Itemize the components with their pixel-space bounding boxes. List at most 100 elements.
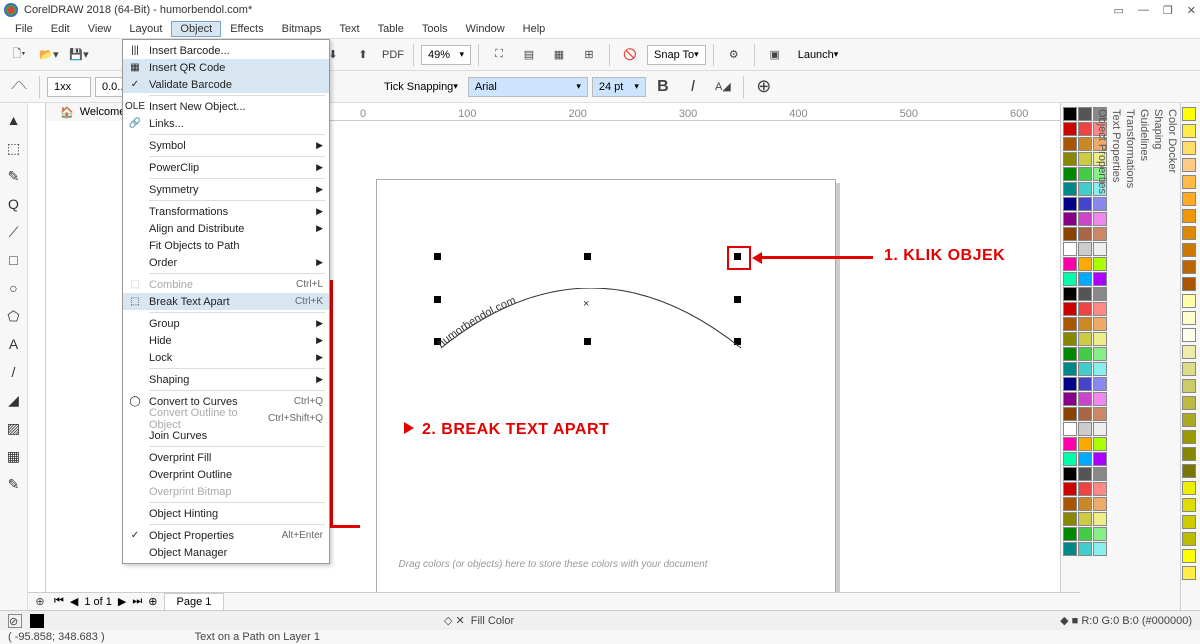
color-swatch[interactable]: [1078, 407, 1092, 421]
launch-dropdown[interactable]: Launch▾: [792, 45, 845, 65]
bold-button[interactable]: B: [650, 74, 676, 100]
color-swatch[interactable]: [1063, 437, 1077, 451]
color-swatch[interactable]: [1182, 158, 1196, 172]
menu-item-order[interactable]: Order▶: [123, 254, 329, 271]
menu-item-join-curves[interactable]: Join Curves: [123, 427, 329, 444]
save-button[interactable]: 💾▾: [66, 42, 92, 68]
color-swatch[interactable]: [1182, 209, 1196, 223]
color-swatch[interactable]: [1063, 242, 1077, 256]
page-nav-prev[interactable]: ◀: [70, 595, 78, 608]
menu-window[interactable]: Window: [457, 21, 514, 37]
menu-item-break-text-apart[interactable]: ⬚Break Text ApartCtrl+K: [123, 293, 329, 310]
fontsize-dropdown[interactable]: 24 pt▾: [592, 77, 646, 97]
tool-3[interactable]: Q: [3, 193, 25, 215]
color-swatch[interactable]: [1182, 192, 1196, 206]
color-swatch[interactable]: [1182, 311, 1196, 325]
color-swatch[interactable]: [1078, 122, 1092, 136]
add-button[interactable]: ⊕: [751, 74, 777, 100]
color-swatch[interactable]: [1063, 527, 1077, 541]
selection-handle[interactable]: [434, 253, 441, 260]
color-swatch[interactable]: [1182, 447, 1196, 461]
selection-handle[interactable]: [734, 296, 741, 303]
color-palette-2[interactable]: [1180, 103, 1200, 610]
color-swatch[interactable]: [1063, 317, 1077, 331]
menu-item-overprint-fill[interactable]: Overprint Fill: [123, 449, 329, 466]
menu-table[interactable]: Table: [369, 21, 413, 37]
menu-item-symbol[interactable]: Symbol▶: [123, 137, 329, 154]
color-swatch[interactable]: [1182, 464, 1196, 478]
dock-tab-text-properties[interactable]: Text Properties: [1110, 109, 1122, 604]
tool-10[interactable]: ◢: [3, 389, 25, 411]
tool-8[interactable]: A: [3, 333, 25, 355]
menu-item-object-manager[interactable]: Object Manager: [123, 544, 329, 561]
menu-item-shaping[interactable]: Shaping▶: [123, 371, 329, 388]
menu-item-transformations[interactable]: Transformations▶: [123, 203, 329, 220]
tool-6[interactable]: ○: [3, 277, 25, 299]
color-swatch[interactable]: [1063, 392, 1077, 406]
color-swatch[interactable]: [1078, 422, 1092, 436]
color-swatch[interactable]: [1063, 107, 1077, 121]
color-swatch[interactable]: [1078, 227, 1092, 241]
color-swatch[interactable]: [1063, 212, 1077, 226]
color-swatch[interactable]: [1182, 532, 1196, 546]
path-tool[interactable]: ⟋⟍: [6, 74, 32, 100]
color-swatch[interactable]: [1182, 362, 1196, 376]
color-swatch[interactable]: [1182, 260, 1196, 274]
color-swatch[interactable]: [1078, 542, 1092, 556]
new-button[interactable]: 🗋▾: [6, 42, 32, 68]
color-swatch[interactable]: [1182, 107, 1196, 121]
color-swatch[interactable]: [1182, 345, 1196, 359]
color-swatch[interactable]: [1078, 392, 1092, 406]
tool-5[interactable]: □: [3, 249, 25, 271]
tool-7[interactable]: ⬠: [3, 305, 25, 327]
dock-tab-transformations[interactable]: Transformations: [1124, 109, 1136, 604]
color-swatch[interactable]: [1182, 413, 1196, 427]
color-swatch[interactable]: [1078, 242, 1092, 256]
maximize-button[interactable]: ❐: [1163, 4, 1173, 17]
menu-edit[interactable]: Edit: [42, 21, 79, 37]
color-swatch[interactable]: [1182, 141, 1196, 155]
color-swatch[interactable]: [1078, 317, 1092, 331]
pos-x[interactable]: 1xx: [47, 77, 91, 97]
color-swatch[interactable]: [1078, 197, 1092, 211]
page-add-after[interactable]: ⊕: [148, 595, 157, 608]
color-swatch[interactable]: [1182, 175, 1196, 189]
page-nav-next[interactable]: ▶: [118, 595, 126, 608]
color-swatch[interactable]: [1063, 137, 1077, 151]
page-nav-first[interactable]: ⏮: [54, 595, 64, 608]
tool-4[interactable]: ⟋: [3, 221, 25, 243]
color-swatch[interactable]: [1078, 467, 1092, 481]
menu-item-overprint-outline[interactable]: Overprint Outline: [123, 466, 329, 483]
color-swatch[interactable]: [1182, 498, 1196, 512]
nofill-icon[interactable]: ⊘: [8, 614, 22, 628]
snap-dropdown[interactable]: Snap To▾: [647, 45, 706, 65]
color-swatch[interactable]: [1063, 257, 1077, 271]
menu-tools[interactable]: Tools: [413, 21, 457, 37]
color-swatch[interactable]: [1063, 152, 1077, 166]
color-swatch[interactable]: [1182, 226, 1196, 240]
color-swatch[interactable]: [1063, 122, 1077, 136]
color-swatch[interactable]: [1078, 287, 1092, 301]
color-swatch[interactable]: [1182, 124, 1196, 138]
color-swatch[interactable]: [1063, 272, 1077, 286]
color-swatch[interactable]: [1063, 407, 1077, 421]
close-button[interactable]: ✕: [1187, 4, 1196, 17]
black-swatch[interactable]: [30, 614, 44, 628]
guides-button[interactable]: ⊞: [576, 42, 602, 68]
color-swatch[interactable]: [1182, 481, 1196, 495]
menu-object[interactable]: Object: [171, 21, 221, 37]
color-swatch[interactable]: [1078, 257, 1092, 271]
page-add[interactable]: ⊕: [32, 595, 48, 609]
menu-item-object-properties[interactable]: ✓Object PropertiesAlt+Enter: [123, 527, 329, 544]
selection-handle[interactable]: [734, 338, 741, 345]
options-button[interactable]: ⚙: [721, 42, 747, 68]
color-swatch[interactable]: [1182, 294, 1196, 308]
color-swatch[interactable]: [1063, 482, 1077, 496]
menu-help[interactable]: Help: [514, 21, 555, 37]
menu-text[interactable]: Text: [330, 21, 368, 37]
italic-button[interactable]: I: [680, 74, 706, 100]
menu-item-align-and-distribute[interactable]: Align and Distribute▶: [123, 220, 329, 237]
menu-item-hide[interactable]: Hide▶: [123, 332, 329, 349]
color-swatch[interactable]: [1182, 549, 1196, 563]
color-swatch[interactable]: [1182, 328, 1196, 342]
